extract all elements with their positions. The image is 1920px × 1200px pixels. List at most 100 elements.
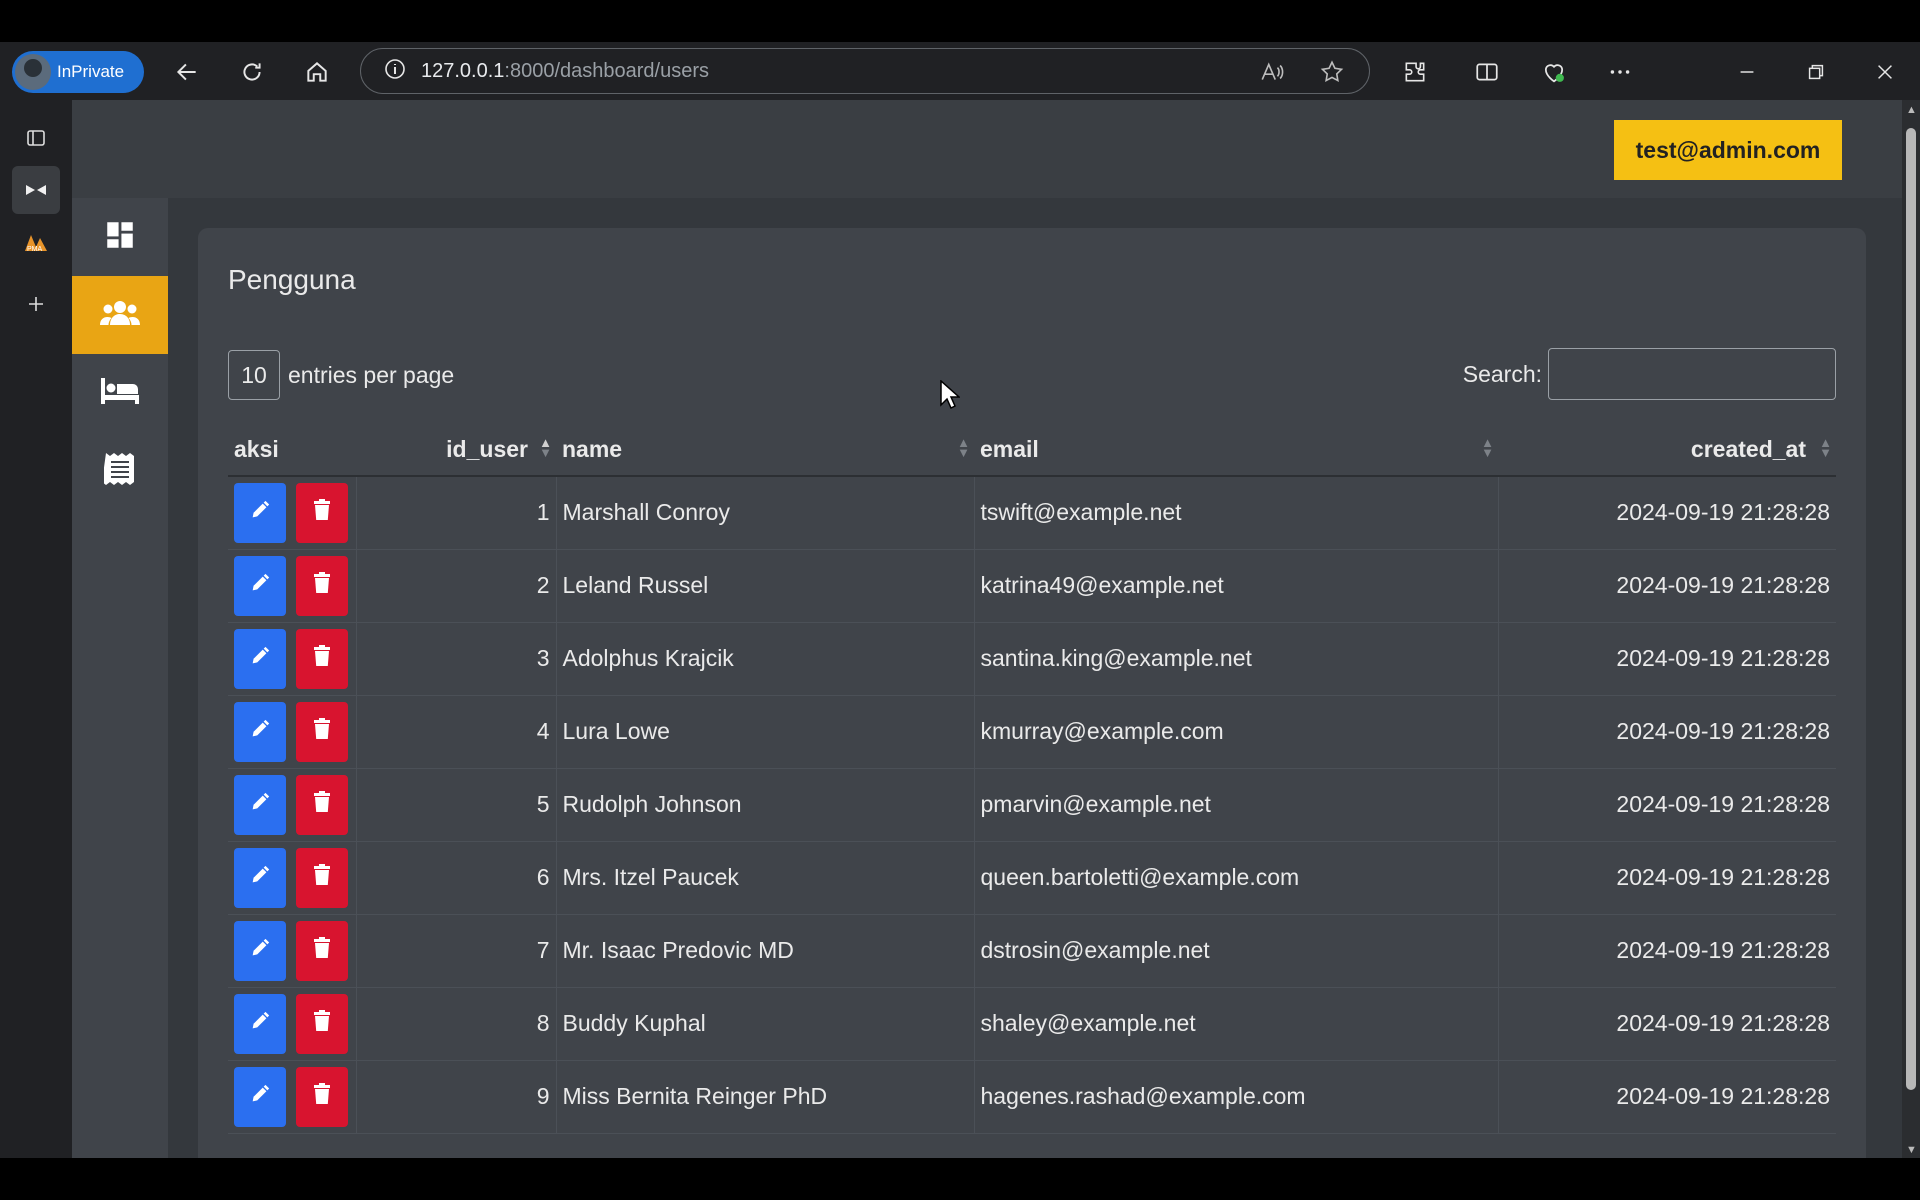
table-row: 9 Miss Bernita Reinger PhD hagenes.rashad@… <box>228 1060 1836 1134</box>
edit-button[interactable] <box>234 628 286 689</box>
edit-button[interactable] <box>234 1066 286 1127</box>
delete-button[interactable] <box>296 993 348 1054</box>
name-cell: Miss Bernita Reinger PhD <box>556 1060 975 1134</box>
id-user-cell: 2 <box>356 549 557 623</box>
scroll-up-icon[interactable]: ▲ <box>1906 104 1917 116</box>
favorite-star-icon[interactable] <box>1319 59 1345 90</box>
split-screen-icon[interactable] <box>1470 55 1504 89</box>
scroll-down-icon[interactable]: ▼ <box>1906 1144 1917 1156</box>
user-account-button[interactable]: test@admin.com <box>1614 120 1842 180</box>
trash-icon <box>312 1082 332 1111</box>
sidebar-item-reports[interactable] <box>72 432 168 510</box>
sort-icon: ▲ ▼ <box>1481 435 1494 460</box>
edit-button[interactable] <box>234 847 286 908</box>
pencil-icon <box>249 572 271 600</box>
created-at-cell: 2024-09-19 21:28:28 <box>1498 476 1836 550</box>
entries-per-page-select[interactable]: 10 <box>228 350 280 400</box>
edit-button[interactable] <box>234 701 286 762</box>
id-user-cell: 8 <box>356 987 557 1061</box>
browser-essentials-icon[interactable] <box>1537 55 1571 89</box>
actions-cell <box>228 622 357 696</box>
read-aloud-icon[interactable] <box>1259 59 1285 90</box>
url-path: :8000/dashboard/users <box>504 59 710 82</box>
pencil-icon <box>249 791 271 819</box>
edit-button[interactable] <box>234 920 286 981</box>
column-header-name[interactable]: name ▲ ▼ <box>556 424 974 477</box>
edit-button[interactable] <box>234 555 286 616</box>
id-user-cell: 5 <box>356 768 557 842</box>
column-header-created-at-label: created_at <box>1690 436 1806 462</box>
column-header-email[interactable]: email ▲ ▼ <box>974 424 1498 477</box>
sidebar-item-users[interactable] <box>72 276 168 354</box>
id-user-cell: 9 <box>356 1060 557 1134</box>
delete-button[interactable] <box>296 482 348 543</box>
search-input[interactable] <box>1548 348 1836 400</box>
browser-toolbar: InPrivate 127.0.0.1:8000/dashboard/users <box>0 42 1920 100</box>
edit-button[interactable] <box>234 993 286 1054</box>
id-user-cell: 4 <box>356 695 557 769</box>
mouse-cursor-icon <box>940 379 961 415</box>
table-body: 1 Marshall Conroy tswift@example.net 2024-0… <box>228 476 1836 1134</box>
id-user-cell: 6 <box>356 841 557 915</box>
new-tab-plus-icon[interactable] <box>12 280 60 328</box>
svg-text:PMA: PMA <box>27 246 43 253</box>
app-sidebar <box>72 198 168 1158</box>
entries-per-page-label: entries per page <box>288 361 455 388</box>
name-cell: Buddy Kuphal <box>556 987 975 1061</box>
entries-per-page: 10 entries per page <box>228 350 454 400</box>
name-cell: Mr. Isaac Predovic MD <box>556 914 975 988</box>
restore-icon[interactable] <box>1799 55 1833 89</box>
actions-cell <box>228 476 357 550</box>
trash-icon <box>312 790 332 819</box>
trash-icon <box>312 644 332 673</box>
delete-button[interactable] <box>296 847 348 908</box>
tab-actions-icon[interactable] <box>12 114 60 162</box>
tab-phpmyadmin-favicon-icon[interactable]: PMA <box>12 218 60 266</box>
delete-button[interactable] <box>296 628 348 689</box>
email-cell: queen.bartoletti@example.com <box>974 841 1499 915</box>
vertical-tabs-strip: PMA <box>0 100 72 1158</box>
search-group: Search: <box>1463 348 1836 400</box>
delete-button[interactable] <box>296 1066 348 1127</box>
email-cell: dstrosin@example.net <box>974 914 1499 988</box>
column-header-id-user[interactable]: id_user ▲ ▼ <box>356 424 556 477</box>
column-header-id-user-label: id_user <box>446 436 528 462</box>
delete-button[interactable] <box>296 555 348 616</box>
tab-dashboard-favicon-icon[interactable] <box>12 166 60 214</box>
column-header-created-at[interactable]: created_at ▲ ▼ <box>1498 424 1836 477</box>
name-cell: Rudolph Johnson <box>556 768 975 842</box>
delete-button[interactable] <box>296 701 348 762</box>
created-at-cell: 2024-09-19 21:28:28 <box>1498 549 1836 623</box>
address-bar[interactable]: 127.0.0.1:8000/dashboard/users <box>360 48 1370 94</box>
more-options-icon[interactable] <box>1603 55 1637 89</box>
sidebar-item-rooms[interactable] <box>72 354 168 432</box>
trash-icon <box>312 571 332 600</box>
refresh-icon[interactable] <box>235 55 269 89</box>
edit-button[interactable] <box>234 482 286 543</box>
minimize-icon[interactable] <box>1730 55 1764 89</box>
site-info-icon[interactable] <box>383 57 407 86</box>
page-scrollbar[interactable]: ▲ ▼ <box>1902 100 1920 1158</box>
scrollbar-thumb[interactable] <box>1906 128 1916 1090</box>
created-at-cell: 2024-09-19 21:28:28 <box>1498 768 1836 842</box>
users-group-icon <box>99 297 141 334</box>
receipt-icon <box>102 451 136 492</box>
close-window-icon[interactable] <box>1868 55 1902 89</box>
extensions-icon[interactable] <box>1398 55 1432 89</box>
delete-button[interactable] <box>296 920 348 981</box>
inprivate-badge[interactable]: InPrivate <box>12 51 144 93</box>
sort-icon: ▲ ▼ <box>1819 435 1832 460</box>
created-at-cell: 2024-09-19 21:28:28 <box>1498 695 1836 769</box>
home-icon[interactable] <box>300 55 334 89</box>
trash-icon <box>312 1009 332 1038</box>
table-row: 4 Lura Lowe kmurray@example.com 2024-09-19 … <box>228 695 1836 769</box>
back-icon[interactable] <box>170 55 204 89</box>
name-cell: Marshall Conroy <box>556 476 975 550</box>
pencil-icon <box>249 937 271 965</box>
sidebar-item-dashboard[interactable] <box>72 198 168 276</box>
inprivate-label: InPrivate <box>57 62 125 81</box>
edit-button[interactable] <box>234 774 286 835</box>
delete-button[interactable] <box>296 774 348 835</box>
id-user-cell: 1 <box>356 476 557 550</box>
actions-cell <box>228 768 357 842</box>
